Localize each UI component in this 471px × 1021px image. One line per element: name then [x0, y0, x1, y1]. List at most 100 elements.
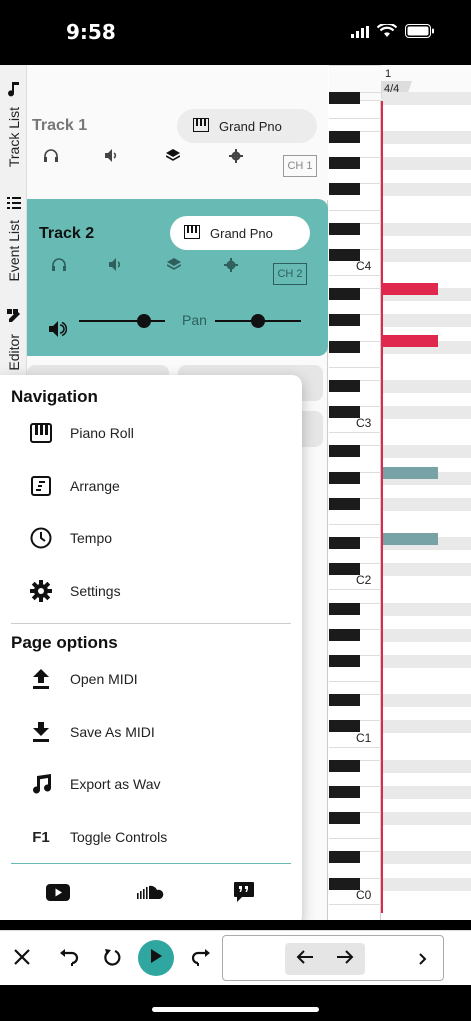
- tab-editor[interactable]: Editor: [0, 308, 27, 371]
- battery-icon: [405, 24, 435, 43]
- menu-item-tempo[interactable]: Tempo: [28, 518, 288, 558]
- menu-item-label: Toggle Controls: [70, 829, 168, 845]
- black-key[interactable]: [329, 759, 360, 772]
- black-key[interactable]: [329, 157, 360, 170]
- pan-label: Pan: [182, 312, 207, 328]
- black-key[interactable]: [329, 471, 360, 484]
- black-key[interactable]: [329, 851, 360, 864]
- discord-quote-icon[interactable]: [232, 880, 256, 904]
- navigation-controls: [222, 935, 444, 981]
- mute-speaker-icon[interactable]: [109, 258, 123, 276]
- chevron-right-icon[interactable]: [419, 952, 427, 970]
- black-key[interactable]: [329, 785, 360, 798]
- black-key[interactable]: [329, 222, 360, 235]
- track-1-channel[interactable]: CH 1: [283, 155, 317, 177]
- black-key[interactable]: [329, 602, 360, 615]
- black-key[interactable]: [329, 445, 360, 458]
- volume-slider[interactable]: [79, 320, 165, 322]
- white-key-divider: [329, 275, 381, 276]
- black-key[interactable]: [329, 91, 360, 104]
- key-octave-label: C1: [356, 730, 372, 745]
- grid-row-shaded: [382, 563, 471, 577]
- close-icon[interactable]: [8, 943, 36, 971]
- mute-speaker-icon[interactable]: [105, 149, 119, 167]
- track-2-name: Track 2: [39, 225, 95, 242]
- piano-roll[interactable]: 1 4/4 C4 C3 C2 C1 C0: [329, 65, 471, 920]
- gear-icon[interactable]: [229, 148, 243, 168]
- midi-note[interactable]: [382, 467, 438, 479]
- black-key[interactable]: [329, 130, 360, 143]
- tab-track-list[interactable]: Track List: [0, 81, 27, 167]
- black-key[interactable]: [329, 628, 360, 641]
- undo-icon[interactable]: [55, 943, 83, 971]
- track-1[interactable]: Track 1 Grand Pno CH 1: [27, 65, 328, 200]
- track-2-instrument-label: Grand Pno: [210, 225, 273, 241]
- track-2-channel[interactable]: CH 2: [273, 263, 307, 285]
- grid-row-shaded: [382, 183, 471, 197]
- black-key[interactable]: [329, 720, 360, 733]
- menu-item-arrange[interactable]: Arrange: [28, 466, 288, 506]
- menu-item-piano-roll[interactable]: Piano Roll: [28, 413, 288, 453]
- arrow-right-icon[interactable]: [336, 949, 354, 969]
- tab-event-list[interactable]: Event List: [0, 196, 27, 281]
- home-indicator: [152, 1007, 319, 1012]
- black-key[interactable]: [329, 379, 360, 392]
- volume-slider-thumb[interactable]: [136, 314, 151, 328]
- list-icon: [6, 196, 21, 215]
- grid-row-shaded: [382, 406, 471, 419]
- midi-note[interactable]: [382, 533, 438, 545]
- track-2-instrument-button[interactable]: Grand Pno: [170, 216, 310, 250]
- black-key[interactable]: [329, 812, 360, 825]
- menu-item-toggle-controls[interactable]: F1 Toggle Controls: [28, 817, 288, 857]
- track-2[interactable]: Track 2 Grand Pno CH 2 Pan: [27, 199, 328, 356]
- app-area: Track List Event List Editor Track 1 Gra…: [0, 65, 471, 920]
- layers-icon[interactable]: [165, 149, 181, 167]
- menu-item-label: Save As MIDI: [70, 724, 155, 740]
- solo-headphones-icon[interactable]: [52, 258, 66, 276]
- black-key[interactable]: [329, 314, 360, 327]
- track-1-instrument-button[interactable]: Grand Pno: [177, 109, 317, 143]
- menu-item-label: Tempo: [70, 530, 113, 546]
- black-key[interactable]: [329, 183, 360, 196]
- black-key[interactable]: [329, 537, 360, 549]
- grid-row-shaded: [382, 785, 471, 799]
- black-key[interactable]: [329, 877, 360, 890]
- youtube-icon[interactable]: [46, 880, 70, 904]
- black-key[interactable]: [329, 694, 360, 707]
- piano-icon: [184, 224, 200, 242]
- solo-headphones-icon[interactable]: [44, 149, 58, 167]
- black-key[interactable]: [329, 497, 360, 510]
- menu-item-save-as-midi[interactable]: Save As MIDI: [28, 712, 288, 752]
- arrow-left-icon[interactable]: [296, 949, 314, 969]
- menu-item-settings[interactable]: Settings: [28, 571, 288, 611]
- piano-icon: [28, 423, 54, 443]
- redo-icon[interactable]: [187, 943, 215, 971]
- rewind-icon[interactable]: [98, 943, 126, 971]
- menu-divider: [11, 623, 291, 624]
- black-key[interactable]: [329, 248, 360, 261]
- black-key[interactable]: [329, 340, 360, 353]
- black-key[interactable]: [329, 563, 360, 576]
- white-key-divider: [329, 903, 381, 905]
- download-icon: [28, 722, 54, 742]
- midi-note[interactable]: [382, 335, 438, 347]
- gear-icon: [28, 580, 54, 602]
- layers-icon[interactable]: [166, 258, 182, 276]
- signal-icon: [351, 25, 369, 43]
- track-1-instrument-label: Grand Pno: [219, 118, 282, 134]
- black-key[interactable]: [329, 288, 360, 301]
- play-button[interactable]: [138, 940, 174, 976]
- menu-item-export-wav[interactable]: Export as Wav: [28, 764, 288, 804]
- soundcloud-icon[interactable]: [137, 880, 165, 904]
- track-1-name: Track 1: [32, 117, 88, 134]
- grid-row-shaded: [382, 91, 471, 105]
- menu-item-open-midi[interactable]: Open MIDI: [28, 659, 288, 699]
- black-key[interactable]: [329, 654, 360, 667]
- gear-icon[interactable]: [224, 257, 238, 277]
- piano-keyboard[interactable]: C4 C3 C2 C1 C0: [329, 65, 381, 920]
- upload-icon: [28, 669, 54, 689]
- pan-slider-thumb[interactable]: [251, 314, 265, 328]
- midi-note[interactable]: [382, 283, 438, 295]
- note-grid[interactable]: [382, 91, 471, 920]
- black-key[interactable]: [329, 406, 360, 418]
